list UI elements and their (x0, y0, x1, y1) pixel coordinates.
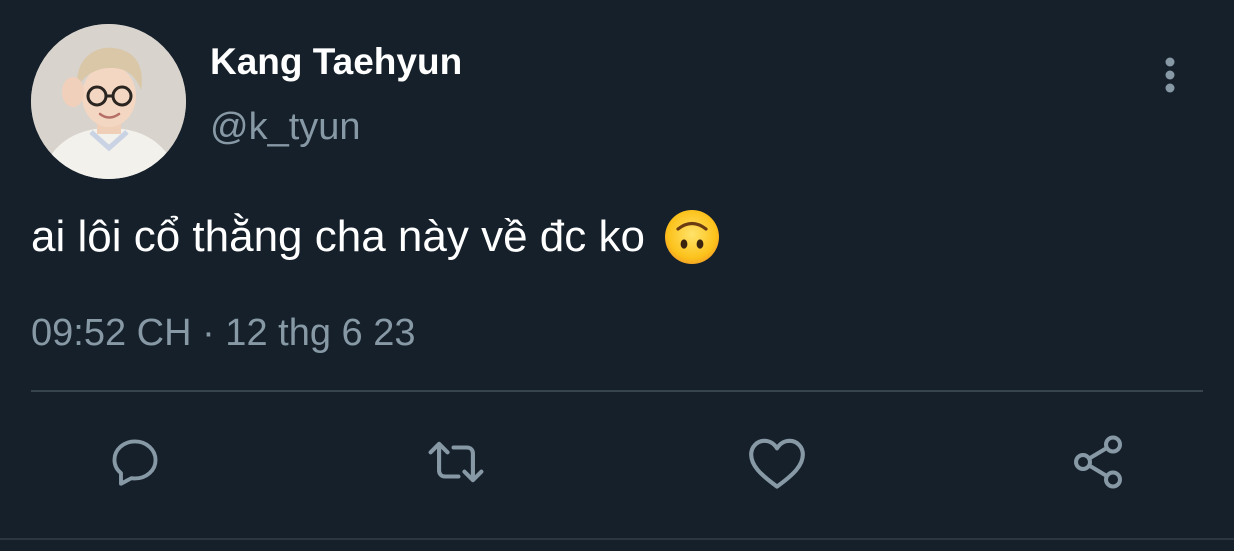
divider (31, 390, 1203, 392)
tweet-timestamp[interactable]: 09:52 CH · 12 thg 6 23 (31, 310, 415, 356)
avatar[interactable] (31, 24, 186, 179)
more-options-button[interactable] (1150, 52, 1190, 98)
user-handle[interactable]: @k_tyun (210, 104, 361, 150)
tweet-text: ai lôi cổ thằng cha này về đc ko (31, 212, 645, 261)
like-button[interactable] (745, 430, 809, 494)
retweet-button[interactable] (424, 430, 488, 494)
display-name[interactable]: Kang Taehyun (210, 40, 462, 84)
avatar-image (31, 24, 186, 179)
more-vertical-icon (1165, 57, 1175, 93)
bottom-divider (0, 538, 1234, 540)
share-icon (1074, 435, 1122, 489)
reply-button[interactable] (103, 430, 167, 494)
heart-icon (749, 438, 805, 489)
tweet-body: ai lôi cổ thằng cha này về đc ko (31, 208, 721, 266)
tweet-card: Kang Taehyun @k_tyun ai lôi cổ thằng cha… (0, 0, 1234, 551)
reply-icon (112, 439, 158, 486)
upside-down-face-emoji (663, 208, 721, 266)
retweet-icon (428, 441, 484, 483)
share-button[interactable] (1066, 430, 1130, 494)
